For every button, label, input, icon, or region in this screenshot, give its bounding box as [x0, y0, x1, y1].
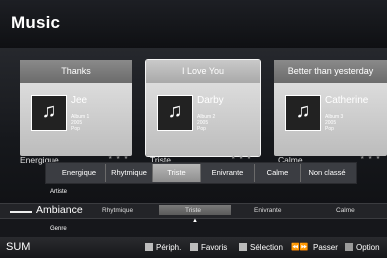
bar-mood-enivrante[interactable]: Enivrante: [254, 207, 281, 214]
album-genre: Pop: [197, 126, 206, 132]
mood-option-triste[interactable]: Triste: [153, 164, 201, 182]
album-genre: Pop: [325, 126, 334, 132]
skip-buttons-icon: ⏪⏩: [291, 244, 309, 251]
bar-mood-rhytmique[interactable]: Rhytmique: [102, 207, 133, 214]
song-card-2[interactable]: I Love You ♫ Darby Album 2 2005 Pop: [146, 60, 260, 156]
mood-option-calme[interactable]: Calme: [255, 164, 301, 182]
rating-stars: ★ ★ ★: [360, 155, 382, 161]
red-button-icon: [145, 243, 153, 251]
hint-passer[interactable]: Passer: [313, 243, 338, 252]
artist-name: Catherine: [325, 95, 369, 106]
hint-selection[interactable]: Sélection: [250, 243, 283, 252]
album-info: Album 3 2005 Pop: [325, 114, 343, 132]
hint-option[interactable]: Option: [356, 243, 380, 252]
hint-periph[interactable]: Périph.: [156, 243, 181, 252]
mood-option-enivrante[interactable]: Enivrante: [201, 164, 255, 182]
rating-stars: ★ ★ ★: [231, 155, 253, 161]
song-card-1[interactable]: Thanks ♫ Jee Album 1 2005 Pop: [20, 60, 132, 156]
song-title: I Love You: [146, 60, 260, 83]
song-card-3[interactable]: Better than yesterday ♫ Catherine Album …: [274, 60, 387, 156]
up-arrow-icon: ▲: [192, 218, 198, 224]
green-button-icon: [190, 243, 198, 251]
category-current[interactable]: Ambiance: [36, 204, 83, 216]
music-note-icon: ♫: [31, 95, 67, 131]
page-title: Music: [11, 13, 61, 32]
artist-name: Jee: [71, 95, 88, 106]
album-info: Album 1 2005 Pop: [71, 114, 89, 132]
category-option-artiste[interactable]: Artiste: [50, 189, 67, 195]
album-genre: Pop: [71, 126, 80, 132]
mood-filter-popup: Energique Rhytmique Triste Enivrante Cal…: [45, 162, 357, 184]
bar-mood-triste[interactable]: Triste: [185, 207, 201, 214]
category-option-genre[interactable]: Genre: [50, 226, 67, 232]
music-note-icon: ♫: [285, 95, 321, 131]
yellow-button-icon: [239, 243, 247, 251]
rating-stars: ★ ★ ★: [108, 155, 130, 161]
mood-option-energique[interactable]: Energique: [53, 164, 106, 182]
song-title: Thanks: [20, 60, 132, 83]
mood-option-rhytmique[interactable]: Rhytmique: [106, 164, 153, 182]
bar-mood-calme[interactable]: Calme: [336, 207, 355, 214]
album-info: Album 2 2005 Pop: [197, 114, 215, 132]
artist-name: Darby: [197, 95, 224, 106]
music-note-icon: ♫: [157, 95, 193, 131]
mood-option-non-classe[interactable]: Non classé: [301, 164, 353, 182]
song-title: Better than yesterday: [274, 60, 387, 83]
hint-favoris[interactable]: Favoris: [201, 243, 227, 252]
category-indicator: [10, 211, 32, 213]
sum-label: SUM: [6, 241, 31, 253]
tools-icon: [345, 243, 353, 251]
